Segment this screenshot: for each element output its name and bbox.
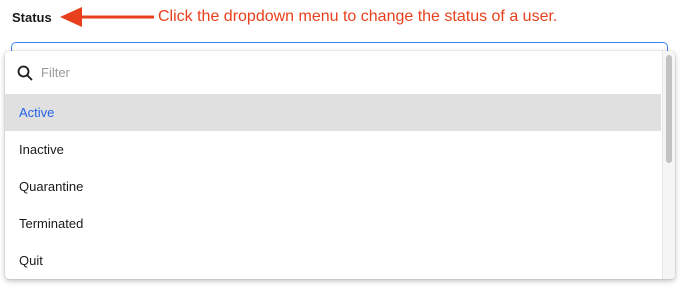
status-dropdown-menu: Active Inactive Quarantine Terminated Qu…	[5, 51, 675, 279]
option-active[interactable]: Active	[5, 94, 661, 131]
arrow-left-icon	[60, 7, 154, 27]
option-inactive[interactable]: Inactive	[5, 131, 661, 168]
dropdown-scrollbar[interactable]	[662, 51, 675, 279]
option-quit[interactable]: Quit	[5, 242, 661, 279]
options-list: Active Inactive Quarantine Terminated Qu…	[5, 94, 661, 279]
option-quarantine[interactable]: Quarantine	[5, 168, 661, 205]
search-icon	[17, 65, 33, 81]
option-terminated[interactable]: Terminated	[5, 205, 661, 242]
filter-row	[5, 51, 661, 94]
status-field-label: Status	[12, 10, 52, 25]
filter-input[interactable]	[41, 61, 641, 83]
scrollbar-thumb[interactable]	[666, 55, 672, 163]
annotation-text: Click the dropdown menu to change the st…	[158, 8, 558, 25]
